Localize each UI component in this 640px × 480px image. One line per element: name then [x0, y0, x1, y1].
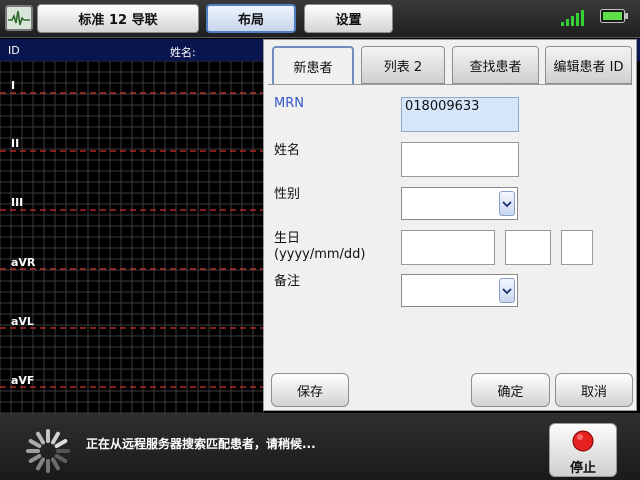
dob-format-label: (yyyy/mm/dd): [274, 247, 366, 262]
signal-strength-icon: [561, 10, 584, 26]
lead-label-ii: II: [11, 137, 20, 150]
notes-select[interactable]: [401, 274, 518, 307]
mrn-field[interactable]: 018009633: [401, 97, 519, 132]
tab-new-patient[interactable]: 新患者: [272, 46, 354, 84]
sex-select[interactable]: [401, 187, 518, 220]
lead-format-button[interactable]: 标准 12 导联: [37, 4, 199, 33]
patient-dialog: 新患者 列表 2 查找患者 编辑患者 ID MRN 018009633 姓名 性…: [263, 39, 637, 411]
name-label: 姓名: [274, 143, 301, 158]
top-toolbar: 标准 12 导联 布局 设置: [0, 0, 640, 38]
stop-button[interactable]: 停止: [549, 423, 617, 477]
chevron-down-icon[interactable]: [499, 191, 515, 216]
tab-edit-patient-id[interactable]: 编辑患者 ID: [545, 46, 632, 84]
notes-label: 备注: [274, 274, 301, 289]
ok-button[interactable]: 确定: [471, 373, 550, 407]
battery-icon: [600, 9, 628, 23]
save-button[interactable]: 保存: [271, 373, 349, 407]
stop-label: 停止: [569, 461, 596, 476]
layout-button[interactable]: 布局: [206, 4, 296, 33]
ecg-waveform-icon[interactable]: [5, 5, 33, 31]
stop-icon: [572, 430, 594, 452]
lead-label-avr: aVR: [11, 256, 36, 269]
sex-label: 性别: [274, 187, 301, 202]
status-bar: 正在从远程服务器搜索匹配患者，请稍候... 停止: [0, 413, 640, 480]
patient-name-label: 姓名:: [170, 46, 196, 59]
settings-button[interactable]: 设置: [304, 4, 393, 33]
name-field[interactable]: [401, 142, 519, 177]
lead-label-avl: aVL: [11, 315, 34, 328]
mrn-label: MRN: [274, 96, 304, 111]
lead-label-avf: aVF: [11, 374, 35, 387]
patient-id-label: ID: [8, 44, 20, 57]
tab-divider: [268, 84, 632, 85]
ecg-grid: [0, 61, 264, 413]
dob-year-field[interactable]: [401, 230, 495, 265]
lead-label-i: I: [11, 79, 16, 92]
tab-list[interactable]: 列表 2: [361, 46, 445, 84]
status-message: 正在从远程服务器搜索匹配患者，请稍候...: [86, 437, 316, 451]
lead-label-iii: III: [11, 196, 24, 209]
chevron-down-icon[interactable]: [499, 278, 515, 303]
tab-find-patient[interactable]: 查找患者: [452, 46, 539, 84]
dob-label: 生日: [274, 231, 301, 246]
dob-day-field[interactable]: [561, 230, 593, 265]
loading-spinner-icon: [26, 429, 70, 473]
cancel-button[interactable]: 取消: [555, 373, 633, 407]
dob-month-field[interactable]: [505, 230, 551, 265]
